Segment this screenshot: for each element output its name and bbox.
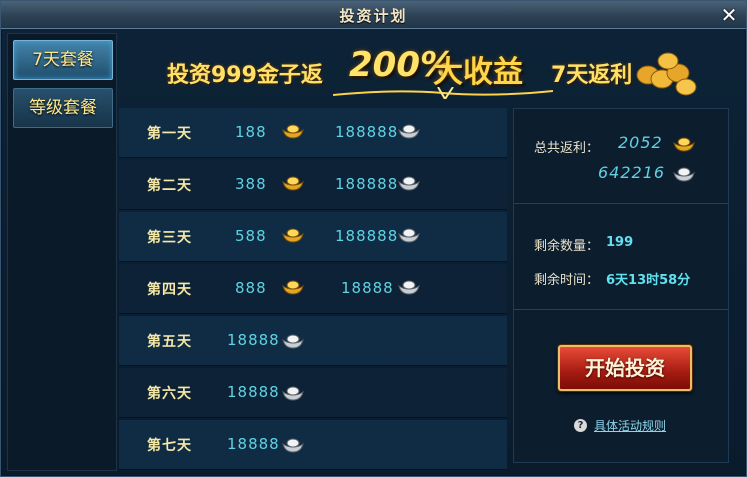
silver-ingot-icon <box>398 228 420 243</box>
gold-amount: 388 <box>235 175 267 193</box>
day-row-2: 第二天 388 188888 <box>119 160 507 210</box>
banner-suffix: 7天返利 <box>551 63 633 88</box>
summary-panel: 总共返利： 2052 642216 剩余数量： 199 剩余时间： 6天13时5… <box>513 108 729 463</box>
remaining-count-label: 剩余数量： <box>534 239 600 254</box>
day-label: 第五天 <box>147 334 192 350</box>
silver-amount: 188888 <box>335 123 399 141</box>
swoosh-decoration <box>333 87 553 99</box>
tab-level-package[interactable]: 等级套餐 <box>13 88 113 128</box>
divider <box>514 309 728 310</box>
day-label: 第七天 <box>147 438 192 454</box>
gold-ingot-icon <box>282 228 304 243</box>
promo-banner: 投资999金子返 200% 大收益 7天返利 <box>123 35 741 105</box>
silver-ingot-icon <box>398 176 420 191</box>
silver-ingot-icon <box>282 438 304 453</box>
remaining-time-value: 6天13时58分 <box>606 273 691 288</box>
remaining-count-value: 199 <box>606 235 634 250</box>
silver-amount: 188888 <box>335 175 399 193</box>
divider <box>514 203 728 204</box>
day-label: 第六天 <box>147 386 192 402</box>
remaining-time-label: 剩余时间： <box>534 273 600 288</box>
banner-prefix: 投资999金子返 <box>167 63 323 88</box>
gold-amount: 188 <box>235 123 267 141</box>
package-tabs: 7天套餐 等级套餐 <box>7 33 117 471</box>
day-label: 第三天 <box>147 230 192 246</box>
silver-amount: 18888 <box>227 435 280 453</box>
silver-amount: 18888 <box>227 383 280 401</box>
day-label: 第四天 <box>147 282 192 298</box>
gold-ingot-icon <box>673 137 695 152</box>
silver-amount: 188888 <box>335 227 399 245</box>
day-row-5: 第五天 18888 <box>119 316 507 366</box>
day-row-6: 第六天 18888 <box>119 368 507 418</box>
gold-ingot-icon <box>282 124 304 139</box>
title-bar: 投资计划 ✕ <box>1 1 746 29</box>
gold-ingot-icon <box>282 280 304 295</box>
silver-ingot-icon <box>398 124 420 139</box>
day-label: 第二天 <box>147 178 192 194</box>
day-row-3: 第三天 588 188888 <box>119 212 507 262</box>
gold-coins-icon <box>636 52 697 96</box>
day-row-4: 第四天 888 18888 <box>119 264 507 314</box>
help-icon: ? <box>574 419 587 432</box>
gold-amount: 588 <box>235 227 267 245</box>
silver-ingot-icon <box>282 334 304 349</box>
daily-rewards-list: 第一天 188 188888 第二天 388 188888 第三天 588 18… <box>119 108 507 472</box>
day-label: 第一天 <box>147 126 192 142</box>
tab-7-day-package[interactable]: 7天套餐 <box>13 40 113 80</box>
silver-ingot-icon <box>673 167 695 182</box>
close-icon[interactable]: ✕ <box>718 4 740 26</box>
day-row-7: 第七天 18888 <box>119 420 507 470</box>
gold-ingot-icon <box>282 176 304 191</box>
silver-ingot-icon <box>282 386 304 401</box>
activity-rules-link[interactable]: 具体活动规则 <box>594 417 666 434</box>
banner-big-text: 大收益 <box>433 55 523 90</box>
gold-amount: 888 <box>235 279 267 297</box>
day-row-1: 第一天 188 188888 <box>119 108 507 158</box>
window-title: 投资计划 <box>339 7 408 25</box>
total-gold-value: 2052 <box>618 133 663 152</box>
start-investment-button[interactable]: 开始投资 <box>558 345 692 391</box>
silver-amount: 18888 <box>227 331 280 349</box>
total-silver-value: 642216 <box>598 163 666 182</box>
total-return-label: 总共返利： <box>534 141 600 156</box>
silver-ingot-icon <box>398 280 420 295</box>
investment-plan-window: 投资计划 ✕ 7天套餐 等级套餐 投资999金子返 200% 大收益 7天返利 … <box>0 0 747 477</box>
silver-amount: 18888 <box>341 279 394 297</box>
